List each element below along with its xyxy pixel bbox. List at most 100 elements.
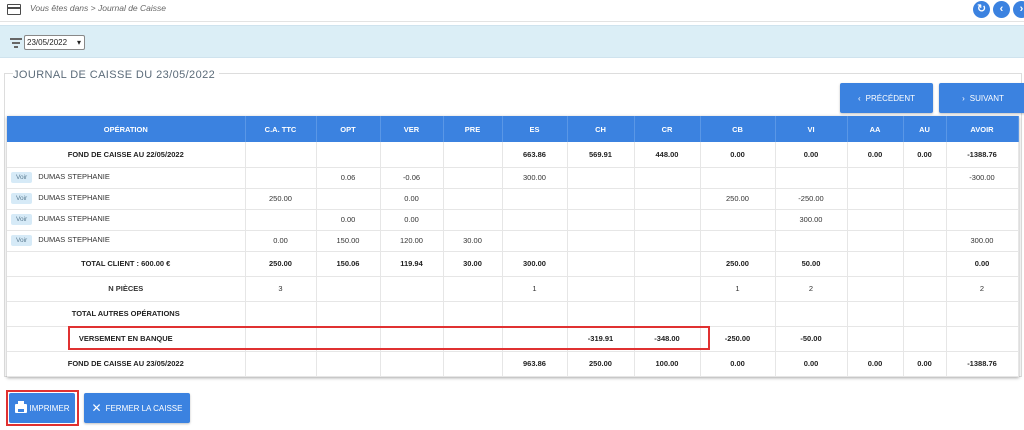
operation-cell: VERSEMENT EN BANQUE bbox=[7, 326, 246, 352]
value-cell: 250.00 bbox=[700, 251, 776, 277]
column-header: CH bbox=[567, 116, 635, 142]
operation-cell: Voir DUMAS STEPHANIE bbox=[7, 209, 246, 231]
value-cell: 0.00 bbox=[775, 351, 848, 377]
table-header-row: OPÉRATION C.A. TTC OPT VER PRE ES CH CR CB VI AA AU… bbox=[7, 116, 1019, 142]
column-header: CR bbox=[634, 116, 701, 142]
value-cell: 300.00 bbox=[946, 230, 1019, 252]
value-cell: 1 bbox=[700, 276, 776, 302]
date-select-value: 23/05/2022 bbox=[27, 38, 68, 47]
table-row: TOTAL CLIENT : 600.00 €250.00 150.06 119.9… bbox=[7, 251, 1019, 277]
table-row: FOND DE CAISSE AU 22/05/2022 663.86 569.91… bbox=[7, 142, 1019, 168]
value-cell bbox=[847, 326, 904, 352]
value-cell bbox=[634, 167, 701, 189]
column-header: VI bbox=[775, 116, 848, 142]
value-cell: 300.00 bbox=[775, 209, 848, 231]
value-cell: -348.00 bbox=[634, 326, 701, 352]
value-cell: 100.00 bbox=[634, 351, 701, 377]
client-name: DUMAS STEPHANIE bbox=[38, 193, 110, 202]
value-cell: 0.00 bbox=[380, 209, 444, 231]
voir-button[interactable]: Voir bbox=[11, 214, 33, 225]
column-header: CB bbox=[700, 116, 776, 142]
value-cell: 50.00 bbox=[775, 251, 848, 277]
value-cell bbox=[700, 301, 776, 327]
value-cell: 448.00 bbox=[634, 142, 701, 168]
value-cell bbox=[245, 209, 317, 231]
column-header: OPT bbox=[316, 116, 381, 142]
value-cell bbox=[443, 167, 503, 189]
value-cell: 30.00 bbox=[443, 230, 503, 252]
table-row: Voir DUMAS STEPHANIE 0.06 -0.06 300.00 -300.0… bbox=[7, 167, 1019, 189]
value-cell: -319.91 bbox=[567, 326, 635, 352]
previous-button[interactable]: ‹ PRÉCÉDENT bbox=[840, 83, 933, 113]
chevron-down-icon: ▾ bbox=[76, 38, 81, 47]
voir-button[interactable]: Voir bbox=[11, 193, 33, 204]
value-cell: 250.00 bbox=[245, 251, 317, 277]
value-cell: 0.00 bbox=[380, 188, 444, 210]
value-cell: -300.00 bbox=[946, 167, 1019, 189]
value-cell: 0.00 bbox=[903, 351, 947, 377]
value-cell bbox=[634, 230, 701, 252]
client-name: DUMAS STEPHANIE bbox=[38, 235, 110, 244]
value-cell: -250.00 bbox=[700, 326, 776, 352]
table-row: TOTAL AUTRES OPÉRATIONS bbox=[7, 301, 1019, 327]
value-cell bbox=[245, 351, 317, 377]
column-header: AU bbox=[903, 116, 947, 142]
value-cell: -1388.76 bbox=[946, 142, 1019, 168]
value-cell: -250.00 bbox=[775, 188, 848, 210]
operation-cell: N PIÈCES bbox=[7, 276, 246, 302]
value-cell bbox=[946, 326, 1019, 352]
close-register-label: FERMER LA CAISSE bbox=[105, 403, 183, 413]
voir-button[interactable]: Voir bbox=[11, 235, 33, 246]
value-cell bbox=[380, 142, 444, 168]
column-header: ES bbox=[502, 116, 568, 142]
operation-cell: FOND DE CAISSE AU 23/05/2022 bbox=[7, 351, 246, 377]
table-row: Voir DUMAS STEPHANIE 0.00 0.00 300.00 bbox=[7, 209, 1019, 231]
value-cell bbox=[502, 301, 568, 327]
value-cell: 250.00 bbox=[700, 188, 776, 210]
filter-icon[interactable] bbox=[10, 38, 22, 48]
value-cell bbox=[903, 209, 947, 231]
voir-button[interactable]: Voir bbox=[11, 172, 33, 183]
operation-cell: Voir DUMAS STEPHANIE bbox=[7, 167, 246, 189]
value-cell bbox=[903, 326, 947, 352]
close-register-button[interactable]: ✕ FERMER LA CAISSE bbox=[84, 393, 190, 423]
column-header: VER bbox=[380, 116, 444, 142]
value-cell bbox=[634, 188, 701, 210]
value-cell bbox=[443, 142, 503, 168]
table-row: VERSEMENT EN BANQUE -319.91 -348.00 -250.00… bbox=[7, 326, 1019, 352]
breadcrumb: Vous êtes dans > Journal de Caisse bbox=[30, 3, 167, 13]
value-cell bbox=[903, 301, 947, 327]
value-cell bbox=[245, 167, 317, 189]
table-row: Voir DUMAS STEPHANIE 0.00 150.00 120.00 30.00… bbox=[7, 230, 1019, 252]
value-cell bbox=[903, 167, 947, 189]
operation-cell: Voir DUMAS STEPHANIE bbox=[7, 230, 246, 252]
journal-table: OPÉRATION C.A. TTC OPT VER PRE ES CH CR CB VI AA AU… bbox=[7, 116, 1019, 377]
value-cell bbox=[443, 209, 503, 231]
value-cell bbox=[502, 230, 568, 252]
forward-icon[interactable]: › bbox=[1013, 1, 1024, 18]
close-icon: ✕ bbox=[91, 401, 102, 415]
value-cell: 0.06 bbox=[316, 167, 381, 189]
value-cell bbox=[946, 209, 1019, 231]
print-button-label: IMPRIMER bbox=[29, 403, 70, 413]
refresh-icon[interactable]: ↻ bbox=[973, 1, 990, 18]
value-cell bbox=[634, 251, 701, 277]
value-cell bbox=[443, 276, 503, 302]
value-cell bbox=[847, 167, 904, 189]
value-cell bbox=[847, 188, 904, 210]
print-button[interactable]: IMPRIMER bbox=[9, 393, 75, 423]
next-button[interactable]: › SUIVANT bbox=[939, 83, 1024, 113]
date-select[interactable]: 23/05/2022 ▾ bbox=[24, 35, 85, 50]
value-cell bbox=[847, 209, 904, 231]
back-icon[interactable]: ‹ bbox=[993, 1, 1010, 18]
value-cell bbox=[316, 301, 381, 327]
value-cell bbox=[775, 301, 848, 327]
cash-register-card-icon bbox=[7, 4, 21, 15]
value-cell bbox=[380, 301, 444, 327]
value-cell bbox=[316, 326, 381, 352]
value-cell bbox=[502, 326, 568, 352]
value-cell: 250.00 bbox=[567, 351, 635, 377]
value-cell bbox=[634, 301, 701, 327]
value-cell: 663.86 bbox=[502, 142, 568, 168]
top-bar: Vous êtes dans > Journal de Caisse ↻ ‹ › bbox=[0, 0, 1024, 22]
